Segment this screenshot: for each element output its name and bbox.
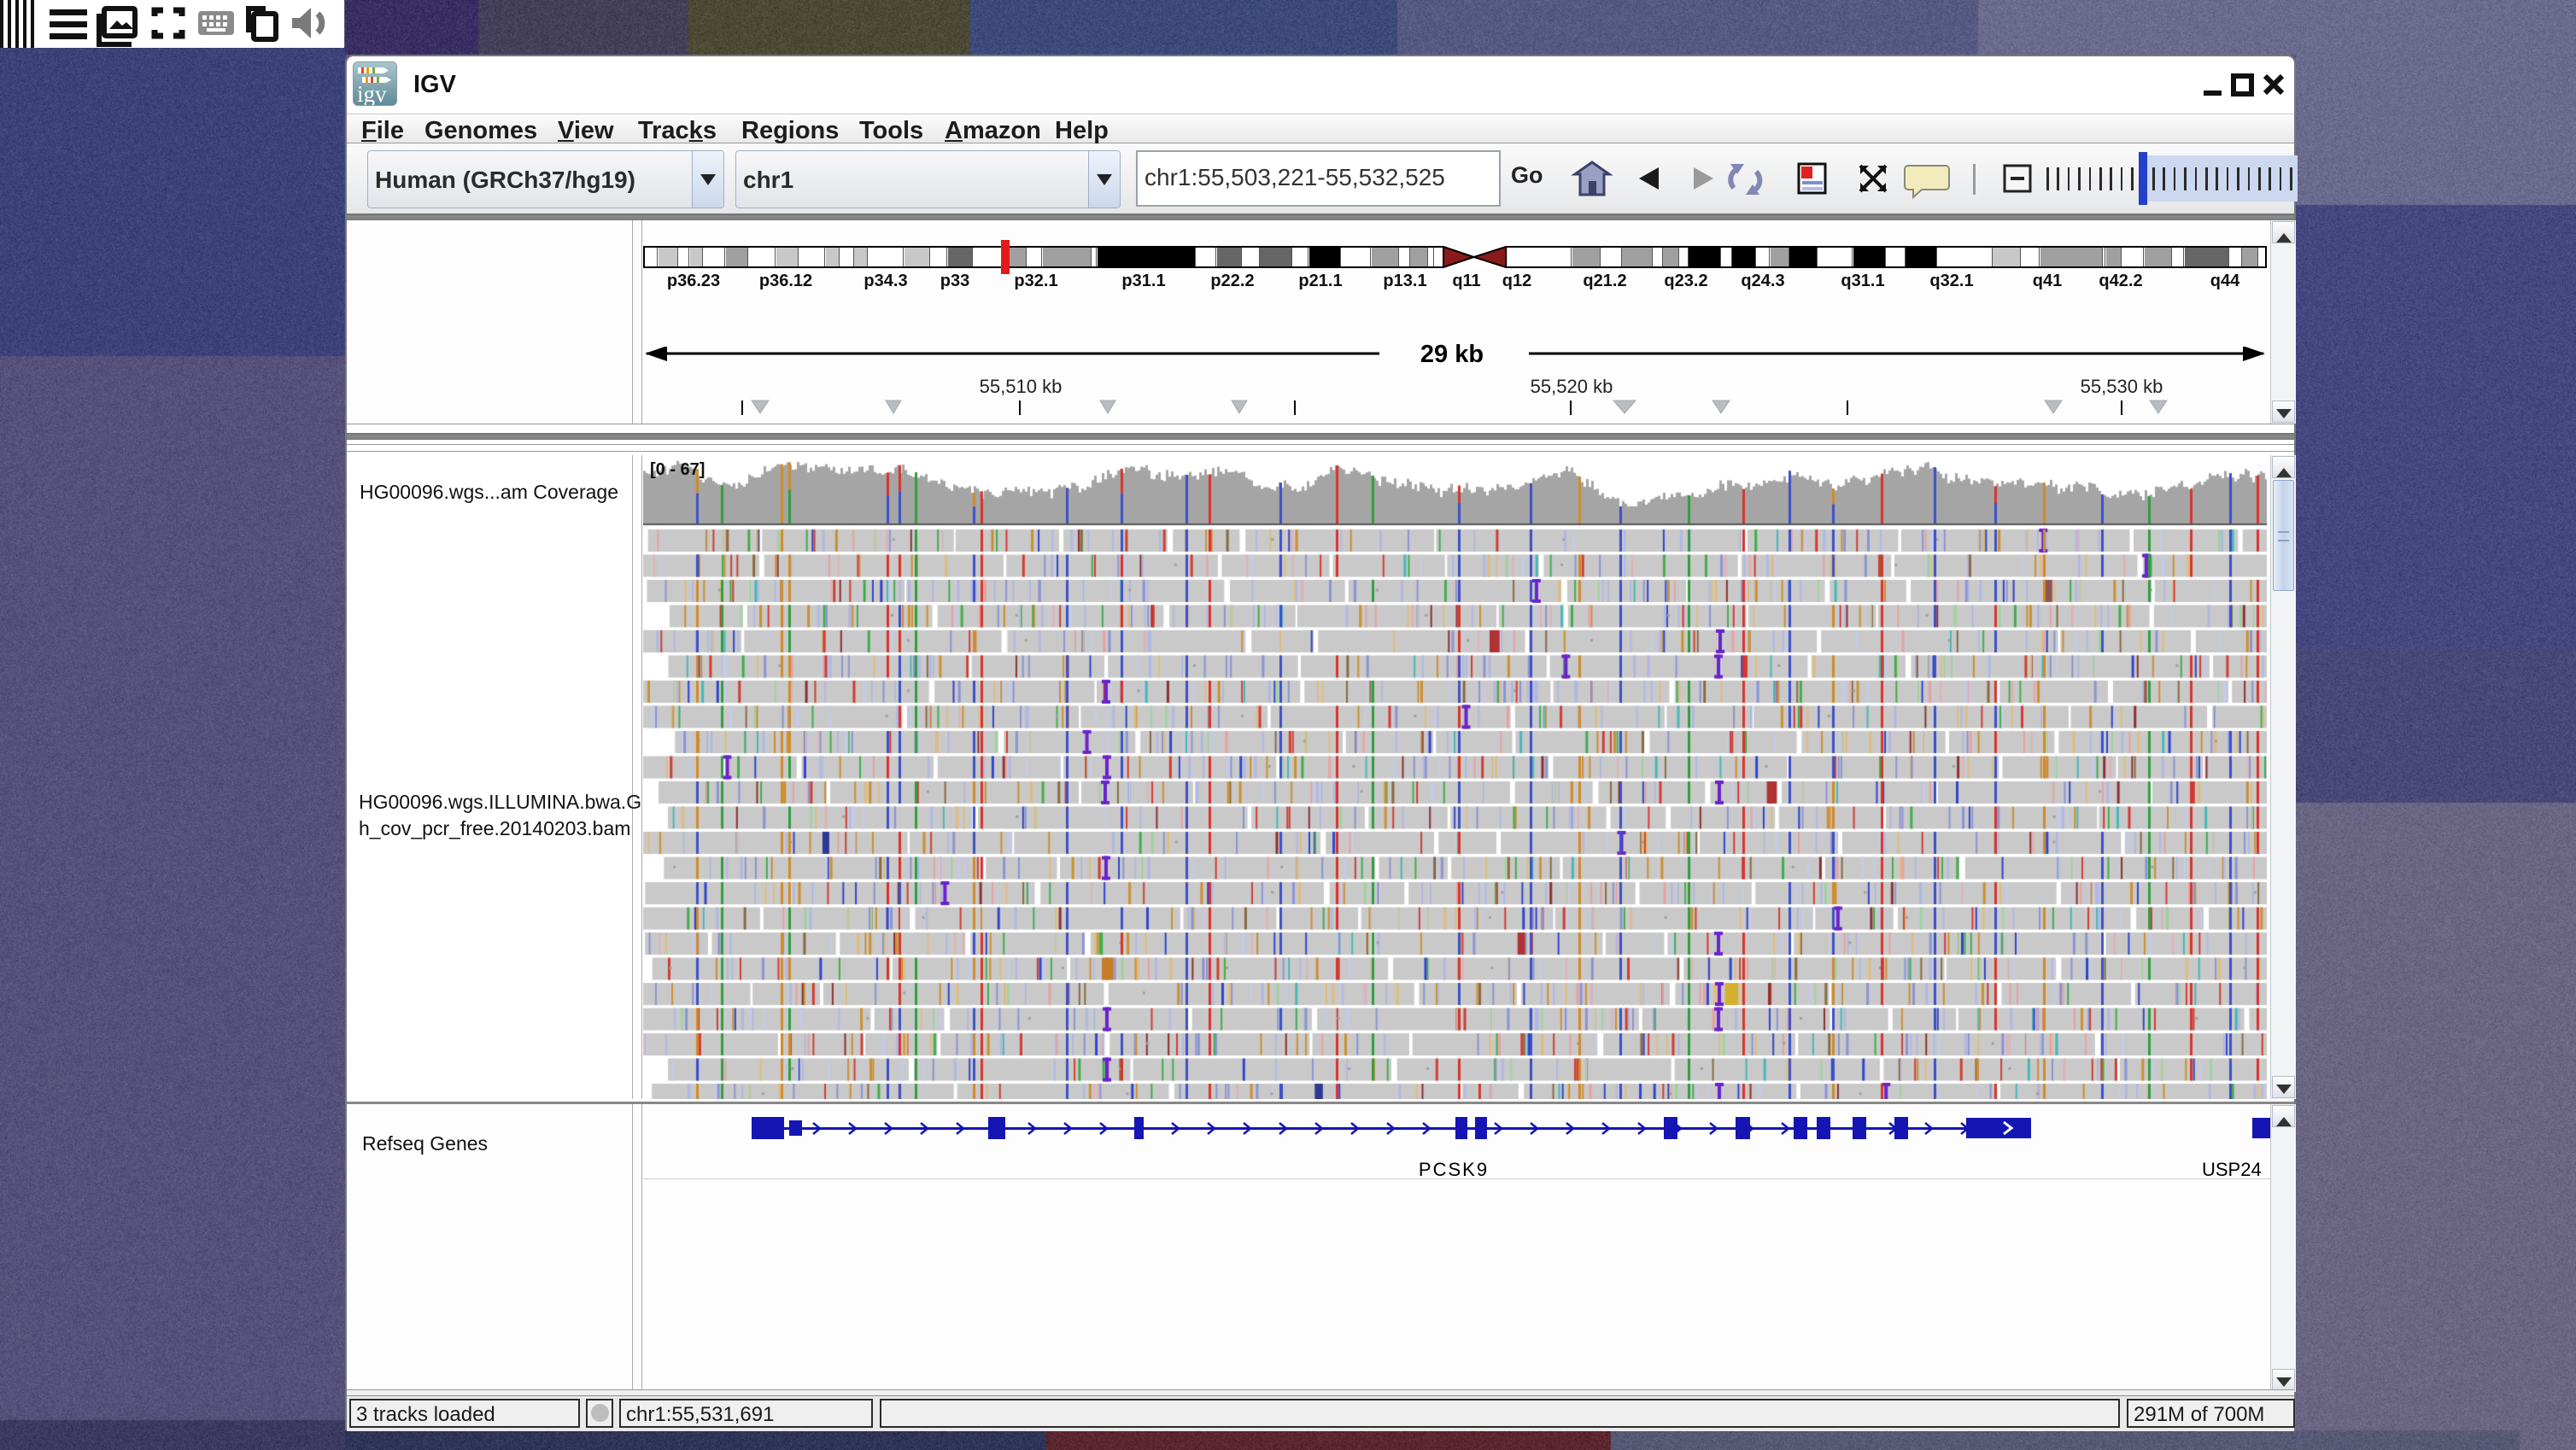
svg-text:igv: igv [357,81,387,105]
